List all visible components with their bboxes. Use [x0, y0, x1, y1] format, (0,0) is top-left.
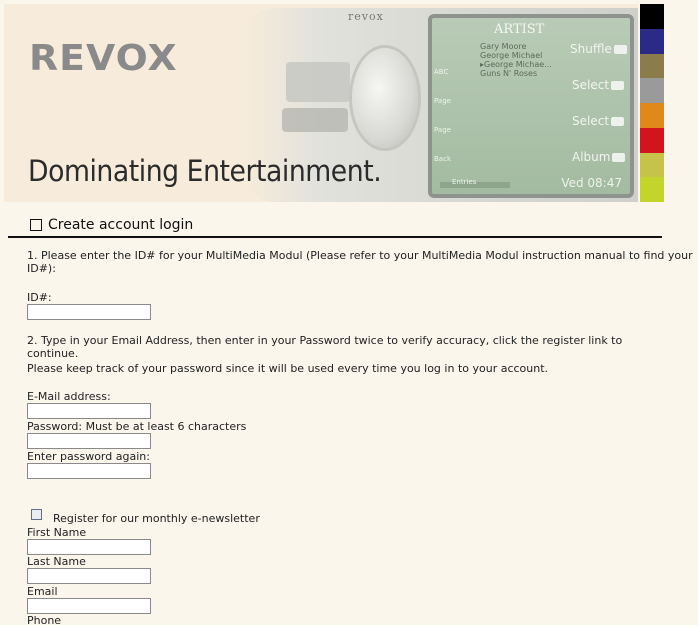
screen-side-label: Select — [572, 78, 625, 92]
device-brand-label: revox — [348, 10, 384, 23]
color-stripe — [640, 28, 664, 54]
header-banner: revox ARTIST ABC Page Page Back Gary Moo… — [4, 4, 638, 202]
last-name-input[interactable] — [27, 568, 151, 584]
color-stripe — [640, 4, 664, 29]
screen-list-item: George Michael — [480, 51, 543, 60]
color-stripe — [640, 152, 664, 178]
screen-left-tags: ABC Page Page Back — [434, 58, 451, 174]
screen-footer: Entries Ved 08:47 — [436, 176, 624, 192]
screen-footer-clock: Ved 08:47 — [561, 176, 622, 190]
screen-tag: ABC — [434, 68, 449, 76]
screen-list-item: Gary Moore — [480, 42, 527, 51]
newsletter-label: Register for our monthly e-newsletter — [53, 512, 260, 525]
news-email-label: Email — [27, 585, 58, 598]
screen-tag: Page — [434, 126, 451, 134]
screen-list-item: ▸George Michae... — [480, 60, 552, 69]
side-arrow-icon — [612, 153, 626, 162]
phone-label: Phone — [27, 614, 62, 627]
section-heading: Create account login — [30, 217, 193, 233]
password-input[interactable] — [27, 433, 151, 449]
id-label: ID#: — [27, 291, 52, 304]
first-name-input[interactable] — [27, 539, 151, 555]
screen-side-label: Select — [572, 114, 625, 128]
screen-side-label: Album — [572, 150, 626, 164]
screen-side-label-text: Select — [572, 78, 610, 92]
screen-tag: Back — [434, 155, 451, 163]
news-email-input[interactable] — [27, 598, 151, 614]
color-stripes — [640, 4, 664, 202]
email-label: E-Mail address: — [27, 390, 111, 403]
screen-title: ARTIST — [494, 22, 545, 37]
color-stripe — [640, 177, 664, 202]
id-input[interactable] — [27, 304, 151, 320]
color-stripe — [640, 78, 664, 103]
screen-side-label: Shuffle — [570, 42, 627, 56]
side-arrow-icon — [613, 45, 627, 54]
section-heading-text: Create account login — [48, 217, 194, 233]
side-arrow-icon — [611, 81, 625, 90]
color-stripe — [640, 103, 664, 128]
password-again-input[interactable] — [27, 463, 151, 479]
device-screen: ARTIST ABC Page Page Back Gary Moore Geo… — [428, 14, 634, 198]
email-input[interactable] — [27, 403, 151, 419]
color-stripe — [640, 127, 664, 153]
screen-footer-left: Entries — [452, 178, 477, 186]
square-bullet-icon — [30, 219, 42, 231]
device-button-block — [286, 62, 350, 102]
password-label: Password: Must be at least 6 characters — [27, 420, 247, 433]
screen-side-label-text: Shuffle — [570, 42, 612, 56]
screen-list-item: Guns N' Roses — [480, 69, 538, 78]
screen-side-label-text: Album — [572, 150, 611, 164]
step2-note: Please keep track of your password since… — [27, 362, 549, 375]
color-stripe — [640, 53, 664, 79]
page: revox ARTIST ABC Page Page Back Gary Moo… — [0, 0, 698, 627]
side-arrow-icon — [611, 117, 625, 126]
device-knob — [352, 48, 418, 148]
device-button-block-lower — [282, 108, 348, 132]
first-name-label: First Name — [27, 526, 87, 539]
last-name-label: Last Name — [27, 555, 86, 568]
step2-instructions: 2. Type in your Email Address, then ente… — [27, 334, 623, 360]
screen-list: Gary Moore George Michael ▸George Michae… — [480, 42, 552, 78]
revox-logo: REVOX — [29, 38, 178, 79]
heading-divider — [8, 236, 662, 238]
step1-instructions: 1. Please enter the ID# for your MultiMe… — [27, 249, 693, 275]
newsletter-checkbox[interactable] — [31, 509, 42, 520]
password-again-label: Enter password again: — [27, 450, 150, 463]
tagline: Dominating Entertainment. — [28, 154, 382, 188]
screen-side-label-text: Select — [572, 114, 610, 128]
screen-tag: Page — [434, 97, 451, 105]
